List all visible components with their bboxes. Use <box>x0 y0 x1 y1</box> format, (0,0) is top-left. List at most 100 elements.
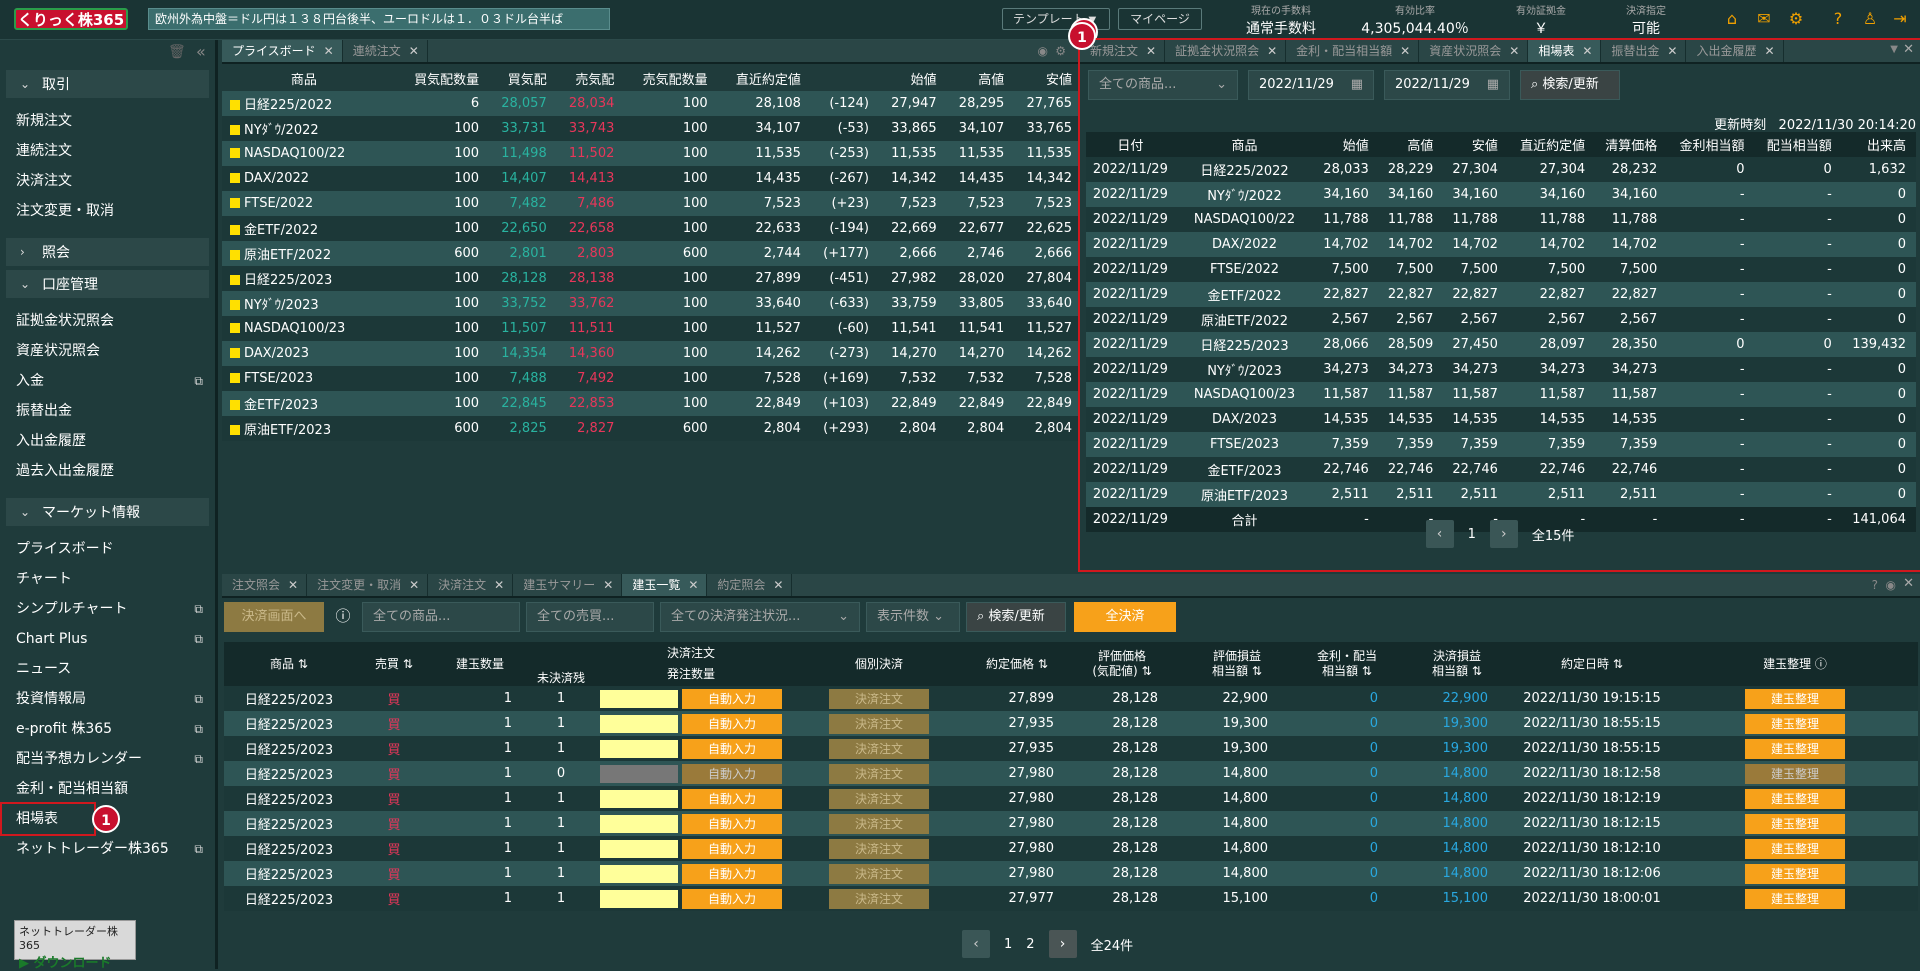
sobahyo-row[interactable]: 2022/11/29 DAX/2022 14,702 14,702 14,702 14,7… <box>1086 232 1916 257</box>
sobahyo-row[interactable]: 2022/11/29 原油ETF/2023 2,511 2,511 2,511 2,511… <box>1086 482 1916 507</box>
tab[interactable]: 注文照会 ✕ <box>222 574 308 596</box>
prev-page-button[interactable]: ‹ <box>1425 520 1454 548</box>
order-qty-input[interactable] <box>599 689 678 708</box>
sidebar-item[interactable]: Chart Plus ⧉ <box>0 624 215 654</box>
tab[interactable]: 証拠金状況照会 ✕ <box>1165 40 1287 62</box>
priceboard-row[interactable]: DAX/2023 100 14,354 14,360 100 14,262 (-273) 14… <box>222 341 1078 366</box>
settle-order-button[interactable]: 決済注文 <box>829 888 929 909</box>
position-row[interactable]: 日経225/2023 買 1 1 自動入力 決済注文 27,980 28,128 14,800… <box>224 786 1918 811</box>
sobahyo-row[interactable]: 2022/11/29 NASDAQ100/22 11,788 11,788 11,788… <box>1086 207 1916 232</box>
tab[interactable]: 連続注文 ✕ <box>343 40 428 62</box>
tab[interactable]: 振替出金 ✕ <box>1601 40 1687 62</box>
close-icon[interactable]: ✕ <box>409 44 419 58</box>
auto-input-button[interactable]: 自動入力 <box>682 888 783 909</box>
status-select[interactable]: 全ての決済発注状況... ⌄ <box>660 602 860 632</box>
position-row[interactable]: 日経225/2023 買 1 1 自動入力 決済注文 27,935 28,128 19,300… <box>224 711 1918 736</box>
position-row[interactable]: 日経225/2023 買 1 1 自動入力 決済注文 27,899 28,128 22,900… <box>224 686 1918 711</box>
menu-icon[interactable]: ▼ <box>1890 44 1898 55</box>
position-row[interactable]: 日経225/2023 買 1 1 自動入力 決済注文 27,977 28,128 15,100… <box>224 886 1918 911</box>
sobahyo-row[interactable]: 2022/11/29 日経225/2022 28,033 28,229 27,304 27… <box>1086 157 1916 182</box>
tab[interactable]: 相場表 ✕ <box>1528 40 1602 62</box>
sidebar-item[interactable]: 新規注文 <box>0 106 215 136</box>
tab[interactable]: プライスボード ✕ <box>222 40 343 62</box>
close-icon[interactable]: ✕ <box>1509 44 1519 58</box>
sidebar-item[interactable]: ネットトレーダー株365 ⧉ <box>0 834 215 864</box>
close-icon[interactable]: ✕ <box>409 578 419 592</box>
prev-page-button[interactable]: ‹ <box>962 930 990 958</box>
arrange-button[interactable]: 建玉整理 <box>1745 813 1845 834</box>
col-price[interactable]: 約定価格 ⇅ <box>972 642 1062 686</box>
priceboard-row[interactable]: 金ETF/2022 100 22,650 22,658 100 22,633 (-194) 2… <box>222 216 1078 241</box>
arrange-button[interactable]: 建玉整理 <box>1745 838 1845 859</box>
close-icon[interactable]: ✕ <box>603 578 613 592</box>
sidebar-item[interactable]: 配当予想カレンダー ⧉ <box>0 744 215 774</box>
arrange-button[interactable]: 建玉整理 <box>1745 713 1845 734</box>
close-icon[interactable]: ✕ <box>1667 44 1677 58</box>
col-interest[interactable]: 金利・配当 相当額 ⇅ <box>1292 642 1402 686</box>
order-qty-input[interactable] <box>599 814 678 833</box>
settle-order-button[interactable]: 決済注文 <box>829 688 929 709</box>
sobahyo-row[interactable]: 2022/11/29 FTSE/2023 7,359 7,359 7,359 7,359 7… <box>1086 432 1916 457</box>
next-page-button[interactable]: › <box>1048 930 1077 958</box>
sobahyo-row[interactable]: 2022/11/29 日経225/2023 28,066 28,509 27,450 28… <box>1086 332 1916 357</box>
priceboard-row[interactable]: NASDAQ100/23 100 11,507 11,511 100 11,527 (-60… <box>222 316 1078 341</box>
sidebar-item[interactable]: 資産状況照会 <box>0 336 215 366</box>
sidebar-item[interactable]: 金利・配当相当額 <box>0 774 215 804</box>
tab[interactable]: 資産状況照会 ✕ <box>1419 40 1529 62</box>
col-pl[interactable]: 評価損益 相当額 ⇅ <box>1182 642 1292 686</box>
tab[interactable]: 注文変更・取消 ✕ <box>307 574 429 596</box>
close-icon[interactable]: ✕ <box>1400 44 1410 58</box>
sidebar-section[interactable]: ⌄ マーケット情報 <box>6 498 209 526</box>
order-qty-input[interactable] <box>599 889 678 908</box>
auto-input-button[interactable]: 自動入力 <box>682 713 783 734</box>
priceboard-row[interactable]: 原油ETF/2023 600 2,825 2,827 600 2,804 (+293) 2,8… <box>222 416 1078 441</box>
sobahyo-row[interactable]: 2022/11/29 NASDAQ100/23 11,587 11,587 11,587… <box>1086 382 1916 407</box>
auto-input-button[interactable]: 自動入力 <box>682 863 783 884</box>
sidebar-item[interactable]: e-profit 株365 ⧉ <box>0 714 215 744</box>
sidebar-section[interactable]: ⌄ 取引 <box>6 70 209 98</box>
user-icon[interactable]: ♙ <box>1860 9 1880 29</box>
settle-order-button[interactable]: 決済注文 <box>829 738 929 759</box>
product-select[interactable]: 全ての商品... <box>362 602 520 632</box>
arrange-button[interactable]: 建玉整理 <box>1745 788 1845 809</box>
page-2[interactable]: 2 <box>1026 937 1034 952</box>
position-row[interactable]: 日経225/2023 買 1 0 自動入力 決済注文 27,980 28,128 14,800… <box>224 761 1918 786</box>
order-qty-input[interactable] <box>599 714 678 733</box>
eye-icon[interactable]: ◉ <box>1038 44 1048 58</box>
sobahyo-row[interactable]: 2022/11/29 金ETF/2023 22,746 22,746 22,746 22,… <box>1086 457 1916 482</box>
sidebar-item[interactable]: 決済注文 <box>0 166 215 196</box>
page-1[interactable]: 1 <box>1004 937 1012 952</box>
position-row[interactable]: 日経225/2023 買 1 1 自動入力 決済注文 27,980 28,128 14,800… <box>224 861 1918 886</box>
arrange-button[interactable]: 建玉整理 <box>1745 688 1845 709</box>
date-from-input[interactable]: 2022/11/29 ▦ <box>1248 70 1374 100</box>
auto-input-button[interactable]: 自動入力 <box>682 688 783 709</box>
auto-input-button[interactable]: 自動入力 <box>682 738 783 759</box>
sidebar-item[interactable]: プライスボード <box>0 534 215 564</box>
close-icon[interactable]: ✕ <box>688 578 698 592</box>
auto-input-button[interactable]: 自動入力 <box>682 788 783 809</box>
sidebar-item[interactable]: ニュース <box>0 654 215 684</box>
arrange-button[interactable]: 建玉整理 <box>1745 888 1845 909</box>
sobahyo-row[interactable]: 2022/11/29 NYﾀﾞｳ/2023 34,273 34,273 34,273 34… <box>1086 357 1916 382</box>
position-row[interactable]: 日経225/2023 買 1 1 自動入力 決済注文 27,980 28,128 14,800… <box>224 836 1918 861</box>
close-icon[interactable]: ✕ <box>1903 576 1914 591</box>
news-ticker[interactable]: 欧州外為中盤＝ドル円は１３８円台後半、ユーロドルは１．０３ドル台半ば <box>148 8 610 30</box>
sidebar-item[interactable]: 振替出金 <box>0 396 215 426</box>
col-eval[interactable]: 評価価格 (気配値) ⇅ <box>1062 642 1182 686</box>
trash-icon[interactable]: 🗑 <box>168 44 186 60</box>
auto-input-button[interactable]: 自動入力 <box>682 838 783 859</box>
sidebar-item[interactable]: 入出金履歴 <box>0 426 215 456</box>
gear-icon[interactable]: ⚙ <box>1786 9 1806 29</box>
priceboard-row[interactable]: 金ETF/2023 100 22,845 22,853 100 22,849 (+103) 2… <box>222 391 1078 416</box>
collapse-icon[interactable]: « <box>196 42 206 61</box>
eye-icon[interactable]: ◉ <box>1886 578 1896 592</box>
help-icon[interactable]: ? <box>1872 578 1878 592</box>
page-number[interactable]: 1 <box>1468 527 1476 542</box>
settle-order-button[interactable]: 決済注文 <box>829 713 929 734</box>
priceboard-row[interactable]: FTSE/2023 100 7,488 7,492 100 7,528 (+169) 7,53… <box>222 366 1078 391</box>
priceboard-row[interactable]: NYﾀﾞｳ/2023 100 33,752 33,762 100 33,640 (-633)… <box>222 291 1078 316</box>
side-select[interactable]: 全ての売買... <box>526 602 654 632</box>
close-icon[interactable]: ✕ <box>1582 44 1592 58</box>
close-icon[interactable]: ✕ <box>1903 42 1914 57</box>
date-to-input[interactable]: 2022/11/29 ▦ <box>1384 70 1510 100</box>
